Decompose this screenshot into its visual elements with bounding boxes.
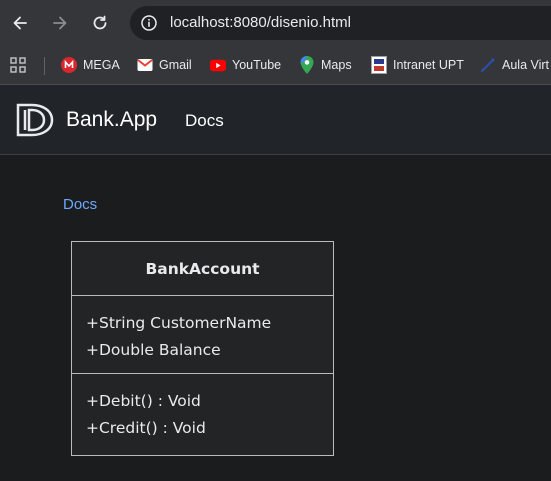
brand-name[interactable]: Bank.App xyxy=(66,108,157,132)
bookmark-mega[interactable]: MEGA xyxy=(61,56,120,74)
uml-attribute: +Double Balance xyxy=(86,341,221,359)
bookmark-intranet-upt[interactable]: Intranet UPT xyxy=(371,56,464,74)
uml-methods-section: +Debit() : Void +Credit() : Void xyxy=(72,374,333,442)
bookmark-label: Gmail xyxy=(159,58,192,72)
nav-link-docs[interactable]: Docs xyxy=(185,111,224,131)
site-info-icon[interactable] xyxy=(140,14,158,32)
bookmark-label: Maps xyxy=(321,58,352,72)
uml-attributes-section: +String CustomerName +Double Balance xyxy=(72,296,333,374)
uml-method: +Credit() : Void xyxy=(86,419,206,437)
arrow-left-icon xyxy=(13,16,27,30)
maps-icon xyxy=(299,56,315,74)
bookmark-label: Intranet UPT xyxy=(393,58,464,72)
gmail-icon xyxy=(137,57,153,73)
apps-grid-icon[interactable] xyxy=(10,57,26,73)
bookmarks-bar: MEGA Gmail YouTube Maps Intranet UPT Aul… xyxy=(0,46,551,85)
uml-attribute: +String CustomerName xyxy=(86,314,272,332)
uml-class-name: BankAccount xyxy=(72,242,333,296)
address-bar[interactable]: localhost:8080/disenio.html xyxy=(130,6,551,40)
bookmark-aula-virtual[interactable]: Aula Virt xyxy=(480,56,549,74)
bookmark-maps[interactable]: Maps xyxy=(299,56,352,74)
browser-toolbar: localhost:8080/disenio.html xyxy=(0,0,551,46)
arrow-right-icon xyxy=(53,16,67,30)
youtube-icon xyxy=(210,57,226,73)
breadcrumb-docs-link[interactable]: Docs xyxy=(63,196,97,213)
aula-virtual-icon xyxy=(480,57,496,73)
url-text[interactable]: localhost:8080/disenio.html xyxy=(170,14,351,31)
mega-icon xyxy=(61,57,77,73)
reload-button[interactable] xyxy=(89,12,111,34)
intranet-upt-icon xyxy=(371,56,387,74)
uml-class-diagram: BankAccount +String CustomerName +Double… xyxy=(71,241,334,456)
back-button[interactable] xyxy=(9,12,31,34)
bookmark-gmail[interactable]: Gmail xyxy=(137,56,192,74)
brand-logo-icon[interactable] xyxy=(16,103,56,137)
bookmark-label: MEGA xyxy=(83,58,120,72)
bookmark-label: Aula Virt xyxy=(502,58,550,72)
bookmarks-separator xyxy=(44,57,45,75)
reload-icon xyxy=(93,15,107,30)
app-navbar: Bank.App Docs xyxy=(0,85,551,155)
forward-button[interactable] xyxy=(49,12,71,34)
bookmark-label: YouTube xyxy=(232,58,282,72)
uml-method: +Debit() : Void xyxy=(86,392,201,410)
bookmark-youtube[interactable]: YouTube xyxy=(210,56,281,74)
